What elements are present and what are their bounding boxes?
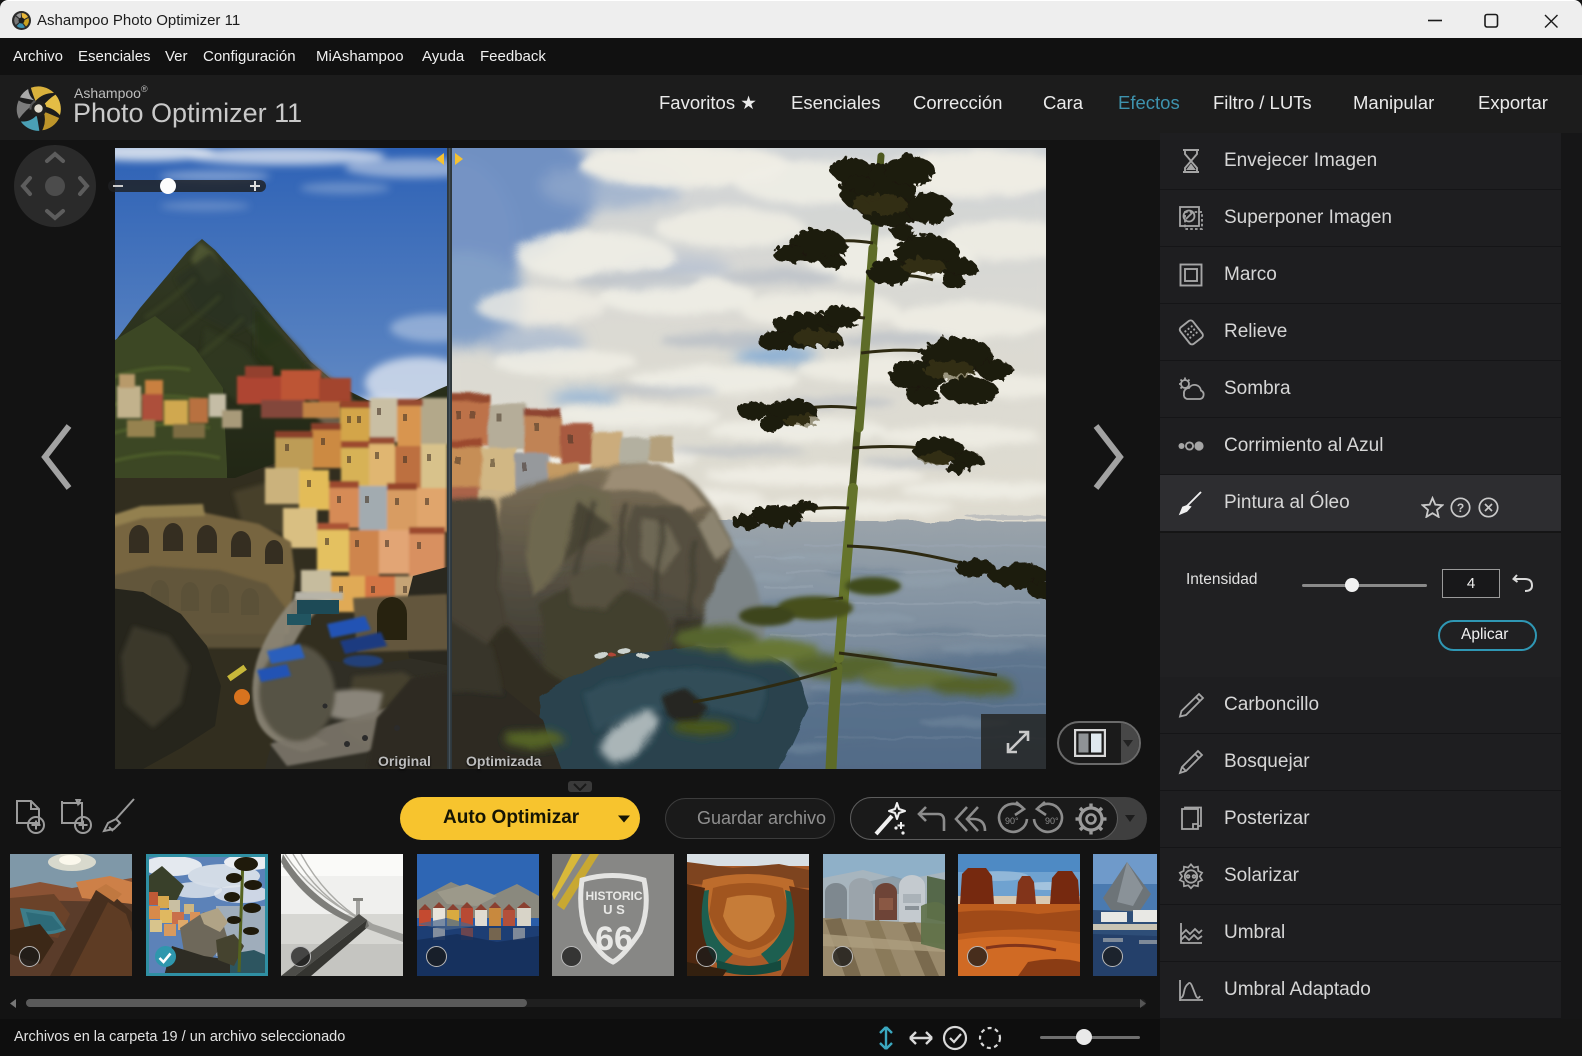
svg-text:66: 66 [595, 920, 633, 958]
svg-text:90°: 90° [1045, 816, 1059, 826]
svg-text:?: ? [1457, 501, 1464, 515]
svg-text:90°: 90° [1005, 816, 1019, 826]
svg-text:U S: U S [603, 902, 625, 917]
svg-text:HISTORIC: HISTORIC [585, 889, 642, 903]
